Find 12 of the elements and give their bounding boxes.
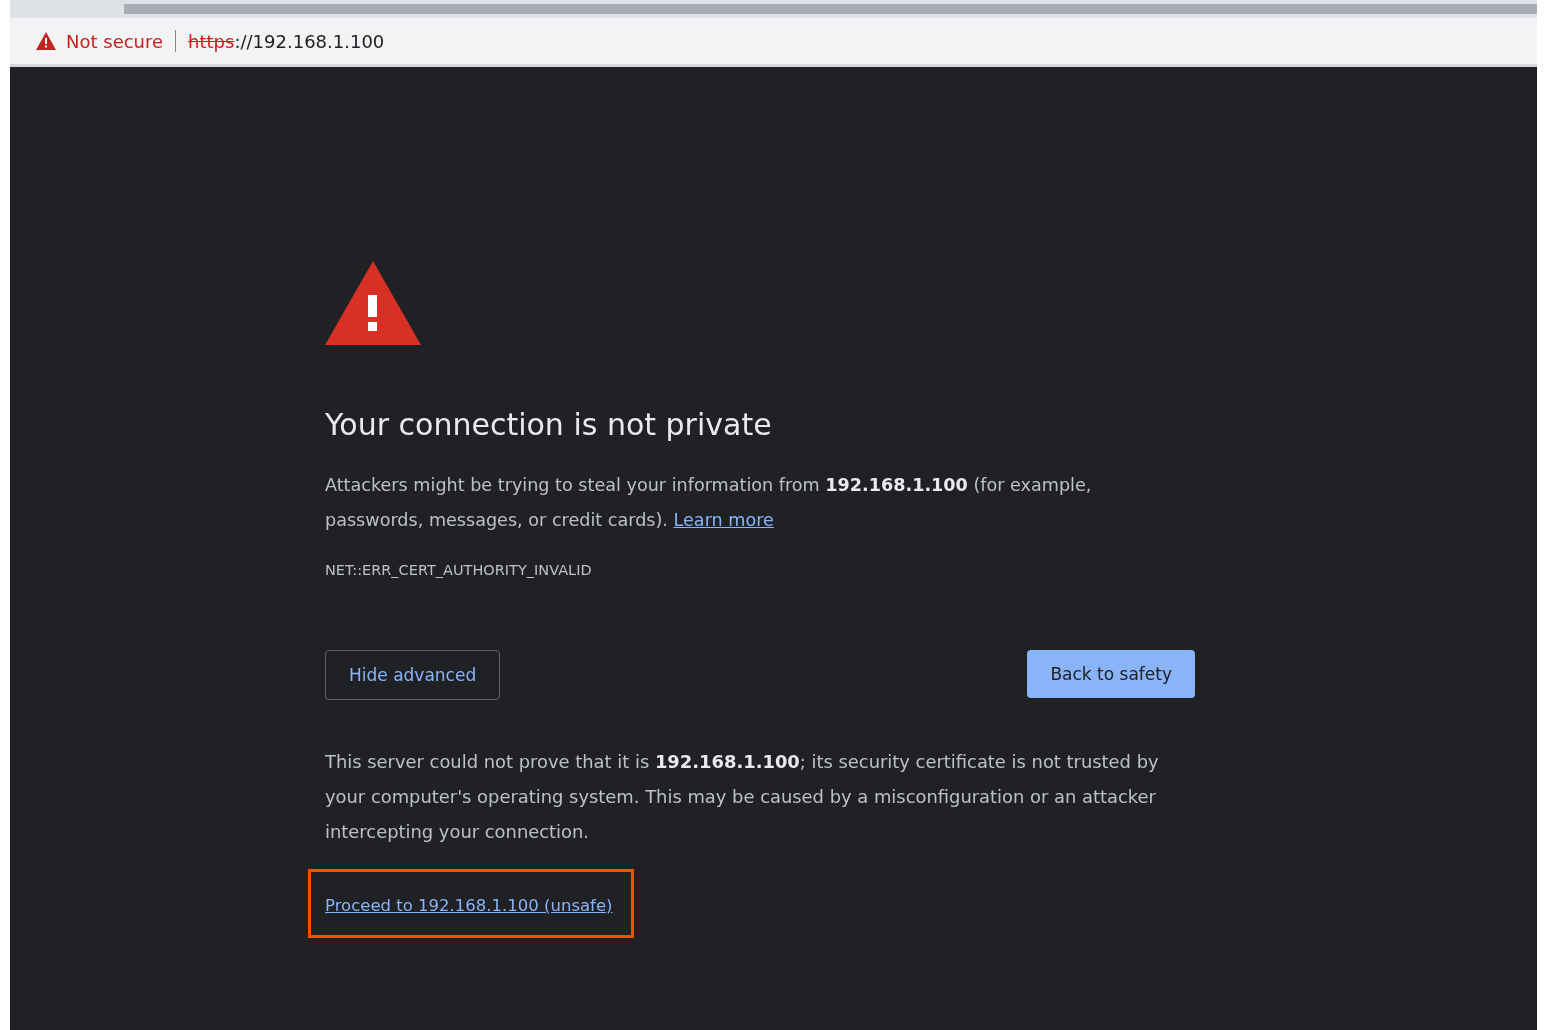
- learn-more-link[interactable]: Learn more: [673, 510, 774, 530]
- details-text: This server could not prove that it is 192.168.1.100; its security certificate is not trusted by your computer's operating system. This may be caused by a misconfiguration or an attacker intercepting your connection.: [325, 750, 1160, 844]
- page-title: Your connection is not private: [325, 407, 773, 442]
- warning-message: Attackers might be trying to steal your information from 192.168.1.100 (for example, passwords, messages, or credit cards). Learn more: [325, 474, 1093, 532]
- security-label[interactable]: Not secure: [66, 30, 164, 52]
- proceed-link[interactable]: Proceed to 192.168.1.100 (unsafe): [325, 896, 613, 915]
- url-text[interactable]: https://192.168.1.100: [188, 30, 385, 52]
- back-to-safety-button[interactable]: Back to safety: [1027, 650, 1195, 698]
- error-code: NET::ERR_CERT_AUTHORITY_INVALID: [325, 562, 593, 578]
- hide-advanced-button[interactable]: Hide advanced: [325, 650, 501, 700]
- warning-icon: [325, 261, 421, 345]
- warning-icon: [36, 32, 56, 50]
